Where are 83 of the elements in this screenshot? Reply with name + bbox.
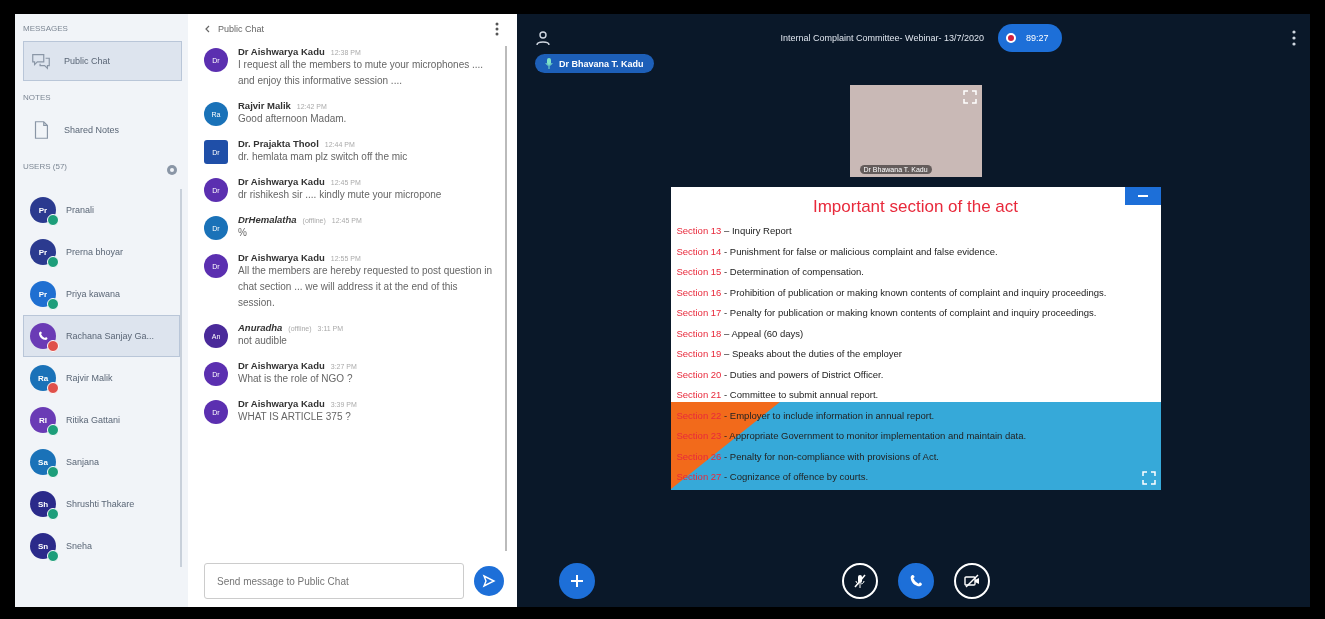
message-text: Good afternoon Madam. [238, 112, 347, 126]
more-options-icon[interactable] [1292, 30, 1296, 46]
phone-button[interactable] [897, 563, 934, 599]
camera-button[interactable] [953, 563, 990, 599]
slide-text: Section 26 - Penalty for non-compliance with provisions of Act. [676, 449, 940, 464]
message-text: not audible [238, 334, 288, 348]
message-text: dr. hemlata mam plz switch off the mic [238, 150, 408, 164]
user-name: Priya kawana [66, 289, 121, 299]
message-text: I request all the members to mute your microphones .... and enjoy this informative session .... [238, 58, 485, 88]
minimize-button[interactable] [1124, 187, 1161, 205]
user-name: Ritika Gattani [66, 415, 121, 425]
sender-name: Dr Aishwarya Kadu [238, 360, 325, 371]
public-chat-item[interactable]: Public Chat [23, 41, 182, 81]
user-name: Pranali [66, 205, 94, 215]
message-text: All the members are hereby requested to post question in chat section ... we will address it at the end of this session. [238, 264, 494, 310]
user-avatar: Ra [30, 365, 56, 391]
message-input-field[interactable]: Send message to Public Chat [204, 563, 464, 599]
sender-name: DrHemalatha [238, 214, 297, 225]
user-avatar: Sa [30, 449, 56, 475]
add-button[interactable] [559, 563, 595, 599]
microphone-button[interactable] [841, 563, 878, 599]
user-avatar: Pr [30, 197, 56, 223]
user-avatar: Sn [30, 533, 56, 559]
user-avatar: Pr [30, 239, 56, 265]
sender-name: Rajvir Malik [238, 100, 291, 111]
more-options-icon[interactable] [495, 22, 499, 36]
user-icon[interactable] [535, 30, 551, 46]
muted-microphone-icon [851, 573, 868, 589]
message-text: % [238, 226, 248, 240]
slide-text: Section 19 – Speaks about the duties of the employer [676, 347, 904, 361]
user-name: Prerna bhoyar [66, 247, 124, 257]
user-item[interactable]: Ra Rajvir Malik [23, 357, 180, 399]
meeting-title: Internal Complaint Committee- Webinar- 13/7/2020 [780, 33, 984, 43]
section-heading: USERS (57) [23, 161, 67, 173]
slide-text: Section 16 - Prohibition of publication or making known contents of complaint and inquiry proceedings. [676, 285, 1108, 300]
user-item[interactable]: Pr Pranali [23, 189, 180, 231]
camera-off-icon [962, 573, 981, 589]
minus-icon [1137, 195, 1148, 197]
slide-text: Section 14 - Punishment for false or malicious complaint and false evidence. [676, 244, 999, 259]
microphone-icon [545, 58, 553, 69]
sender-name: Dr Aishwarya Kadu [238, 252, 325, 263]
slide-title: Important section of the act [811, 197, 1020, 217]
settings-icon[interactable] [166, 163, 178, 176]
user-item[interactable]: RI Ritika Gattani [23, 399, 180, 441]
sender-name: Dr Aishwarya Kadu [238, 176, 325, 187]
phone-icon [37, 330, 49, 342]
user-avatar: Pr [30, 281, 56, 307]
slide-text: Section 18 – Appeal (60 days) [676, 326, 805, 341]
user-item[interactable]: Sh Shrushti Thakare [23, 483, 180, 525]
section-heading: NOTES [23, 92, 52, 104]
sender-name: Dr. Prajakta Thool [238, 138, 319, 149]
user-avatar: Sh [30, 491, 56, 517]
user-name: Rajvir Malik [66, 373, 113, 383]
user-name: Shrushti Thakare [66, 499, 135, 509]
chevron-left-icon [204, 25, 210, 33]
send-icon [482, 574, 496, 588]
section-heading: MESSAGES [23, 23, 69, 35]
user-name: Rachana Sanjay Ga... [66, 331, 155, 341]
presenter-name: Dr Bhavana T. Kadu [559, 58, 644, 69]
sender-name: Anuradha [238, 322, 283, 333]
sender-name: Dr Aishwarya Kadu [238, 46, 325, 57]
user-item[interactable]: Pr Priya kawana [23, 273, 180, 315]
recording-button[interactable]: 89:27 [997, 24, 1063, 52]
user-item[interactable]: Sa Sanjana [23, 441, 180, 483]
send-button[interactable] [474, 566, 504, 596]
user-name: Sanjana [66, 457, 100, 467]
user-name: Sneha [66, 541, 93, 551]
slide-text: Section 21 - Committee to submit annual report. [676, 388, 880, 402]
message-text: dr rishikesh sir .... kindly mute your micropone [238, 188, 442, 202]
plus-icon [570, 574, 584, 588]
user-avatar: RI [30, 407, 56, 433]
user-item[interactable]: Rachana Sanjay Ga... [23, 315, 180, 357]
slide-text: Section 15 - Determination of compensation. [676, 265, 865, 279]
slide-text: Section 17 - Penalty for publication or making known contents of complaint and inquiry proceedings. [676, 306, 1098, 320]
message-text: WHAT IS ARTICLE 375 ? [238, 410, 352, 424]
message-text: What is the role of NGO ? [238, 372, 354, 386]
sender-name: Dr Aishwarya Kadu [238, 398, 325, 409]
user-item[interactable]: Sn Sneha [23, 525, 180, 567]
shared-notes-item[interactable]: Shared Notes [23, 110, 182, 150]
slide-text: Section 13 – Inquiry Report [676, 224, 793, 238]
user-item[interactable]: Pr Prerna bhoyar [23, 231, 180, 273]
slide-text: Section 20 - Duties and powers of District Officer. [676, 367, 885, 382]
back-link[interactable]: Public Chat [204, 24, 265, 34]
